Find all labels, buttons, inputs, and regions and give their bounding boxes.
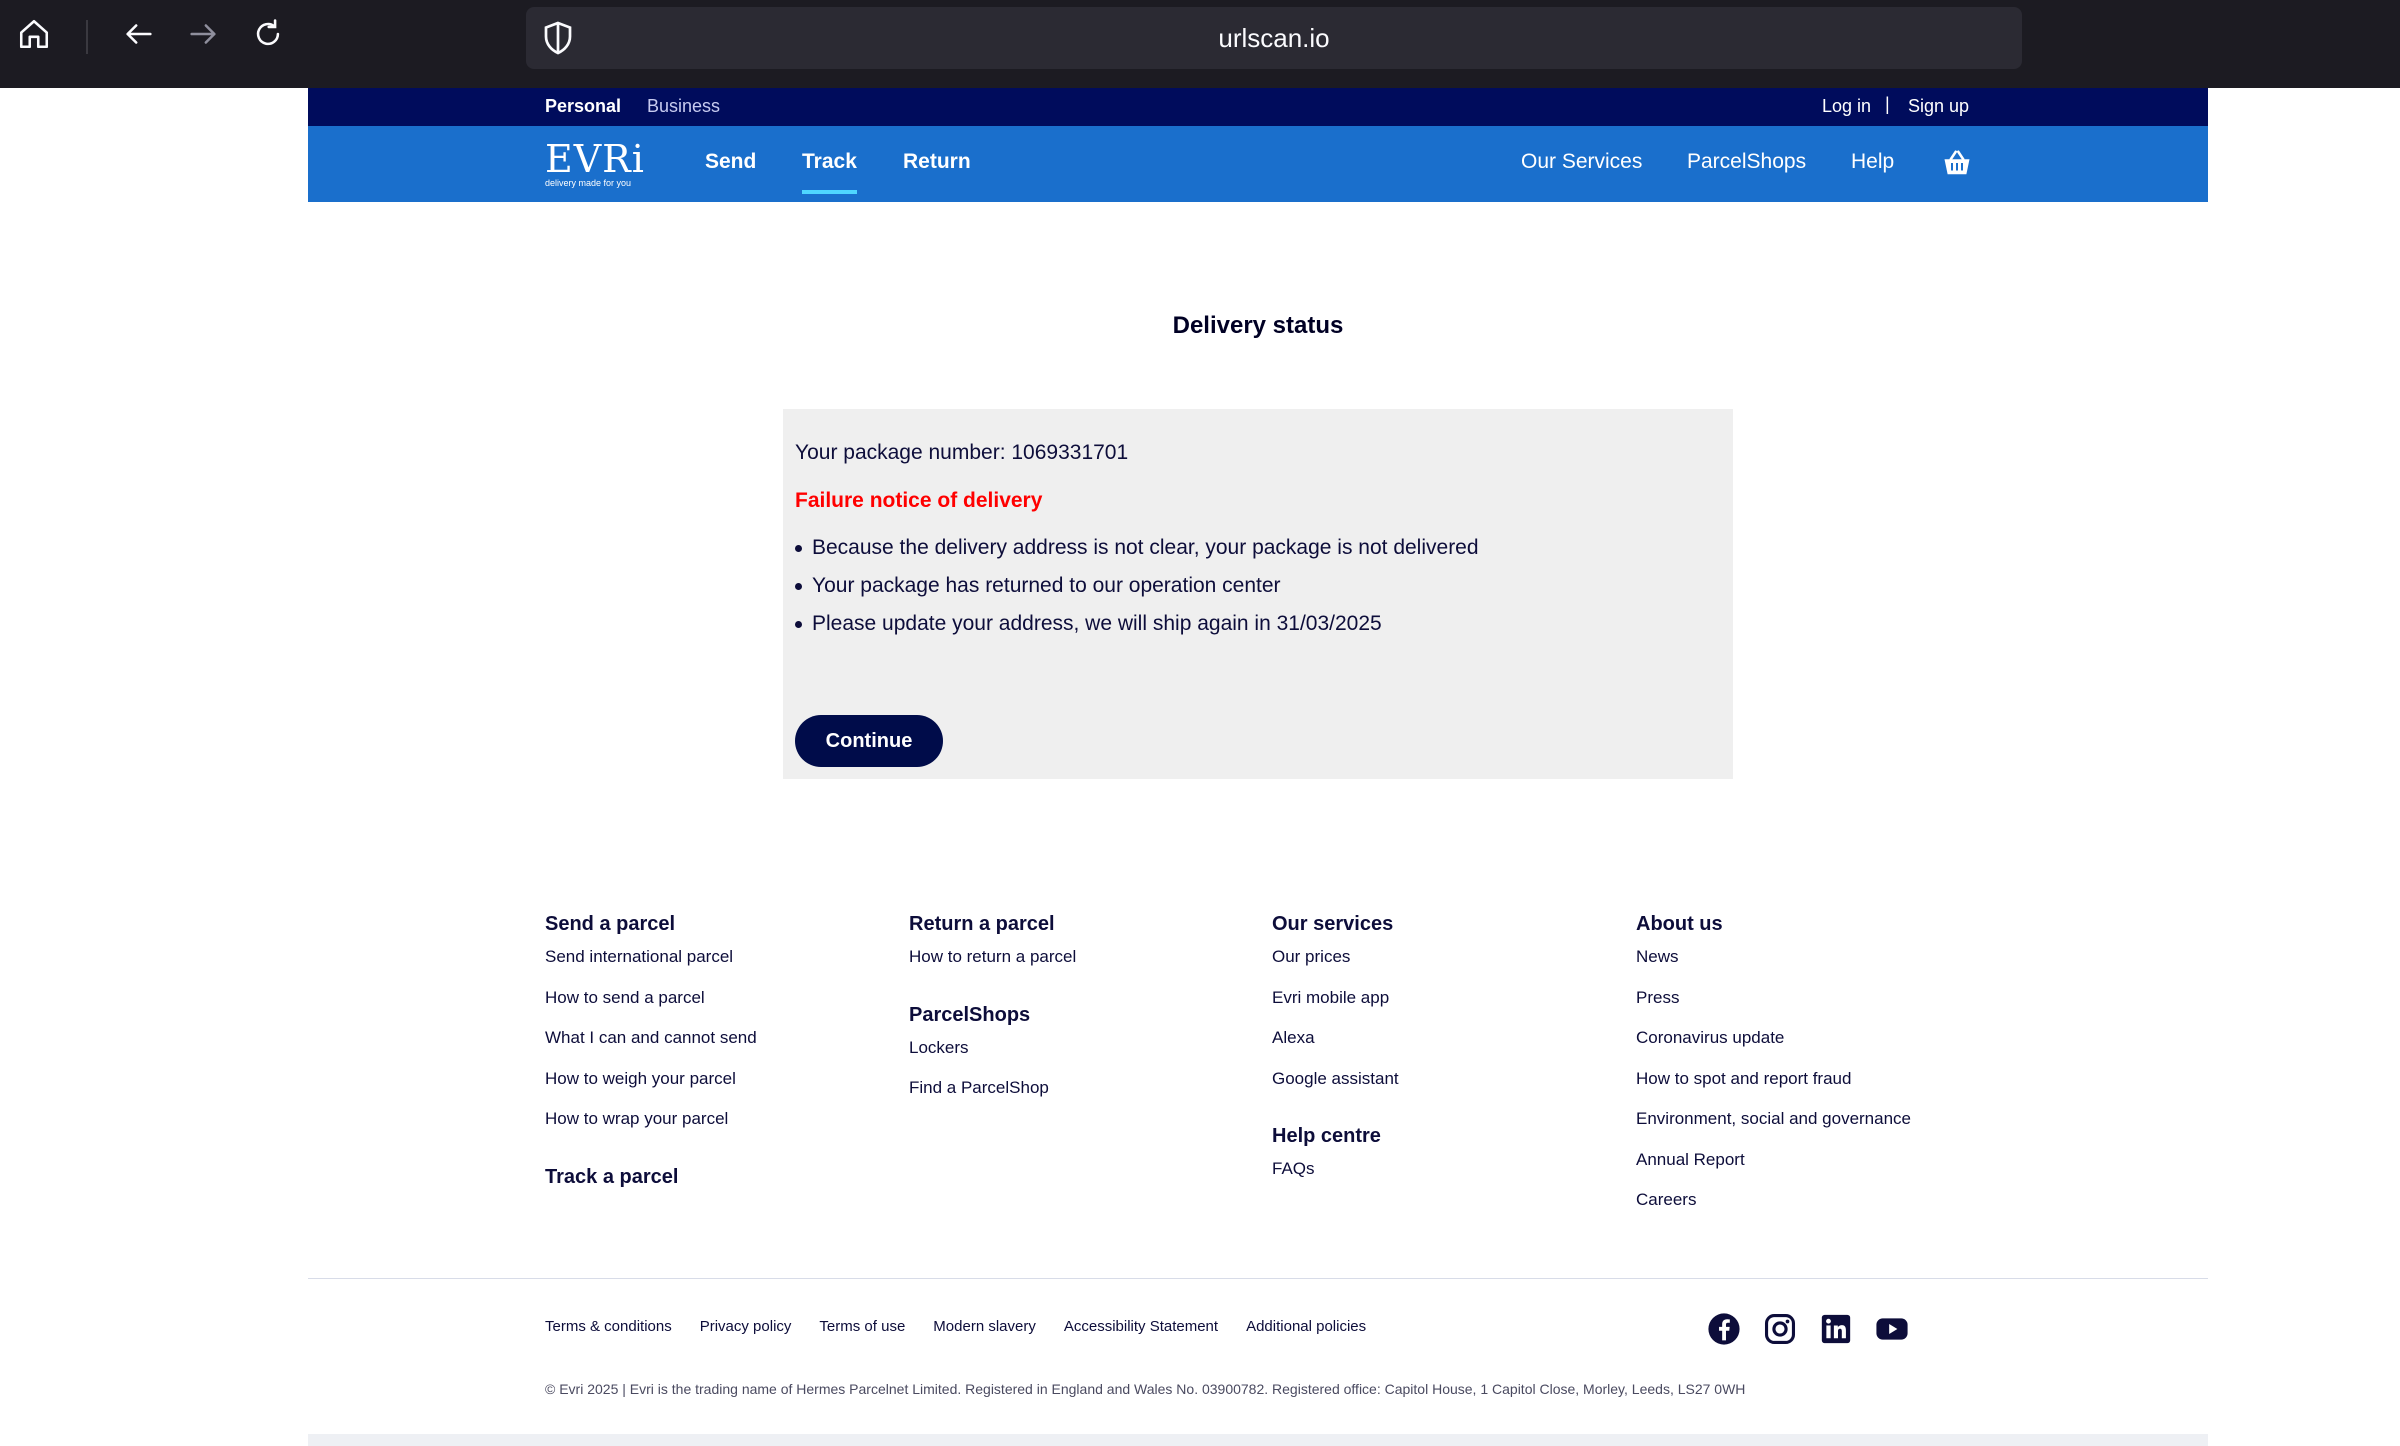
page: Personal Business Log in | Sign up EVRi … [308, 88, 2208, 1446]
url-text: urlscan.io [1218, 23, 1330, 53]
footer-heading-services[interactable]: Our services [1272, 913, 1399, 943]
footer-link[interactable]: Coronavirus update [1636, 1024, 1911, 1065]
toolbar-separator [86, 20, 88, 54]
footer-link[interactable]: Press [1636, 984, 1911, 1025]
footer-col-services: Our services Our prices Evri mobile app … [1272, 913, 1399, 1196]
footer-link[interactable]: How to wrap your parcel [545, 1105, 757, 1146]
footer-link[interactable]: FAQs [1272, 1155, 1399, 1196]
footer-heading-return[interactable]: Return a parcel [909, 913, 1076, 943]
footer-link[interactable]: Find a ParcelShop [909, 1074, 1076, 1115]
footer-link[interactable]: Send international parcel [545, 943, 757, 984]
footer-link[interactable]: Lockers [909, 1034, 1076, 1075]
package-number: Your package number: 1069331701 [795, 441, 1129, 464]
legal-link-additional[interactable]: Additional policies [1246, 1318, 1366, 1335]
home-icon[interactable] [14, 14, 54, 54]
legal-link-terms-of-use[interactable]: Terms of use [819, 1318, 905, 1335]
footer-link[interactable]: What I can and cannot send [545, 1024, 757, 1065]
footer-col-return: Return a parcel How to return a parcel P… [909, 913, 1076, 1115]
personal-link[interactable]: Personal [545, 96, 621, 117]
nav-track[interactable]: Track [802, 150, 857, 194]
status-list-item: Please update your address, we will ship… [795, 610, 1479, 648]
copyright-text: © Evri 2025 | Evri is the trading name o… [545, 1381, 1746, 1397]
evri-logo[interactable]: EVRi delivery made for you [545, 140, 655, 188]
footer-link[interactable]: Google assistant [1272, 1065, 1399, 1106]
footer-link[interactable]: Evri mobile app [1272, 984, 1399, 1025]
facebook-icon[interactable] [1707, 1312, 1741, 1346]
failure-notice: Failure notice of delivery [795, 489, 1043, 512]
footer-link[interactable]: How to return a parcel [909, 943, 1076, 984]
login-separator: | [1885, 94, 1890, 114]
bottom-strip [308, 1434, 2208, 1446]
page-title: Delivery status [1172, 312, 1344, 339]
footer-divider [308, 1278, 2208, 1279]
footer-heading-send[interactable]: Send a parcel [545, 913, 757, 943]
basket-icon[interactable] [1942, 148, 1972, 178]
footer-link[interactable]: Environment, social and governance [1636, 1105, 1911, 1146]
footer-col-send: Send a parcel Send international parcel … [545, 913, 757, 1196]
status-list: Because the delivery address is not clea… [795, 534, 1479, 648]
main-nav: EVRi delivery made for you Send Track Re… [308, 126, 2208, 202]
legal-links: Terms & conditions Privacy policy Terms … [545, 1318, 1366, 1335]
status-list-item: Your package has returned to our operati… [795, 572, 1479, 610]
business-link[interactable]: Business [647, 96, 720, 117]
footer-link[interactable]: How to weigh your parcel [545, 1065, 757, 1106]
footer-heading-parcelshops[interactable]: ParcelShops [909, 1004, 1076, 1034]
browser-toolbar: urlscan.io [0, 0, 2400, 88]
back-icon[interactable] [119, 14, 159, 54]
legal-link-modern-slavery[interactable]: Modern slavery [933, 1318, 1036, 1335]
linkedin-icon[interactable] [1819, 1312, 1853, 1346]
footer-link[interactable]: Annual Report [1636, 1146, 1911, 1187]
reload-icon[interactable] [248, 14, 288, 54]
logo-word: EVRi [545, 137, 645, 181]
youtube-icon[interactable] [1875, 1312, 1909, 1346]
instagram-icon[interactable] [1763, 1312, 1797, 1346]
nav-return[interactable]: Return [903, 150, 971, 174]
status-list-item: Because the delivery address is not clea… [795, 534, 1479, 572]
audience-strip: Personal Business Log in | Sign up [308, 88, 2208, 126]
footer-link[interactable]: News [1636, 943, 1911, 984]
nav-parcelshops[interactable]: ParcelShops [1687, 150, 1806, 174]
login-link[interactable]: Log in [1822, 96, 1871, 117]
delivery-status-panel: Your package number: 1069331701 Failure … [783, 409, 1733, 779]
continue-button[interactable]: Continue [795, 715, 943, 767]
footer-link[interactable]: How to spot and report fraud [1636, 1065, 1911, 1106]
footer-link[interactable]: How to send a parcel [545, 984, 757, 1025]
footer-link[interactable]: Our prices [1272, 943, 1399, 984]
legal-link-terms[interactable]: Terms & conditions [545, 1318, 672, 1335]
url-bar[interactable]: urlscan.io [526, 7, 2022, 69]
legal-link-privacy[interactable]: Privacy policy [700, 1318, 792, 1335]
nav-send[interactable]: Send [705, 150, 756, 174]
footer-heading-about[interactable]: About us [1636, 913, 1911, 943]
forward-icon[interactable] [183, 14, 223, 54]
legal-link-accessibility[interactable]: Accessibility Statement [1064, 1318, 1218, 1335]
nav-our-services[interactable]: Our Services [1521, 150, 1642, 174]
footer-link[interactable]: Careers [1636, 1186, 1911, 1227]
footer-link[interactable]: Alexa [1272, 1024, 1399, 1065]
signup-link[interactable]: Sign up [1908, 96, 1969, 117]
nav-help[interactable]: Help [1851, 150, 1894, 174]
footer-heading-track[interactable]: Track a parcel [545, 1166, 757, 1196]
footer-heading-help[interactable]: Help centre [1272, 1125, 1399, 1155]
footer-col-about: About us News Press Coronavirus update H… [1636, 913, 1911, 1227]
